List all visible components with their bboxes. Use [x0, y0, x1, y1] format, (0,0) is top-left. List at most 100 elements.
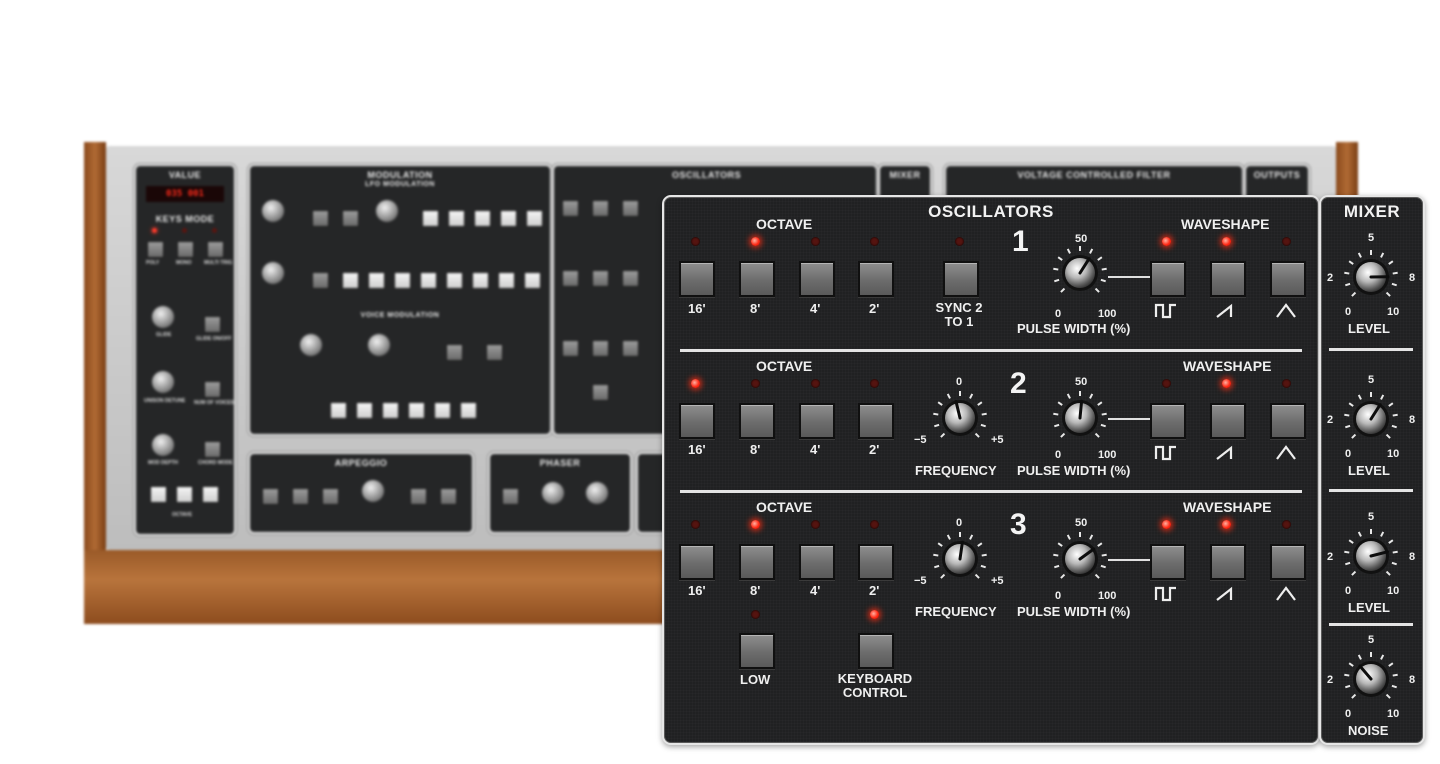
dest-pw2-button[interactable] — [446, 272, 463, 289]
osc2-octave-4-button[interactable] — [799, 403, 835, 439]
voice-dest-filter-button[interactable] — [434, 402, 451, 419]
voice-filter-contour-knob[interactable] — [368, 334, 390, 356]
osc3-octave-4-button[interactable] — [799, 544, 835, 580]
voice-dest-osc2-button[interactable] — [356, 402, 373, 419]
osc2-octave-8-button[interactable] — [739, 403, 775, 439]
mini-osc1-16-button[interactable] — [562, 200, 579, 217]
mixer-level-3-knob[interactable] — [1344, 529, 1398, 582]
knob-tick — [1385, 433, 1391, 439]
octave-center-button[interactable] — [176, 486, 193, 503]
osc1-octave-4-button[interactable] — [799, 261, 835, 297]
mixer-noise-knob[interactable] — [1344, 652, 1398, 705]
lfo-sync-button[interactable] — [342, 210, 359, 227]
knob-tick — [1392, 413, 1398, 417]
dest-pw1-button[interactable] — [420, 272, 437, 289]
glide-knob[interactable] — [152, 306, 174, 328]
osc1-wave-pulse-button[interactable] — [1150, 261, 1186, 297]
osc2-wave-saw-button[interactable] — [1210, 403, 1246, 439]
mono-button[interactable] — [177, 241, 194, 258]
phaser-depth-knob[interactable] — [586, 482, 608, 504]
mini-osc3-8-button[interactable] — [592, 340, 609, 357]
arp-mode-button[interactable] — [410, 488, 427, 505]
dest-osc3-button[interactable] — [394, 272, 411, 289]
mini-osc2-8-button[interactable] — [592, 270, 609, 287]
osc3-pulse-width-knob[interactable] — [1053, 532, 1107, 585]
octave-down-button[interactable] — [150, 486, 167, 503]
mix1-label: LEVEL — [1348, 321, 1390, 336]
osc1-pulse-width-knob[interactable] — [1053, 246, 1107, 299]
phaser-on-off-button[interactable] — [502, 488, 519, 505]
osc1-octave-2-button[interactable] — [858, 261, 894, 297]
lfo-shape-3-button[interactable] — [474, 210, 491, 227]
osc1-pw-max-label: 100 — [1098, 308, 1117, 320]
osc2-frequency-knob[interactable] — [933, 391, 987, 444]
num-of-voices-button[interactable] — [204, 381, 221, 398]
lfo-shape-5-button[interactable] — [526, 210, 543, 227]
dest-osc1-button[interactable] — [342, 272, 359, 289]
nc-button[interactable] — [312, 272, 329, 289]
voice-dest-pw1-button[interactable] — [382, 402, 399, 419]
keyboard-control-button[interactable] — [858, 633, 894, 669]
glide-on-off-button[interactable] — [204, 316, 221, 333]
osc2-wave-pulse-button[interactable] — [1150, 403, 1186, 439]
mixer-separator-3 — [1329, 623, 1413, 626]
poly-button[interactable] — [147, 241, 164, 258]
arp-sync-button[interactable] — [322, 488, 339, 505]
mixer-level-2-knob[interactable] — [1344, 392, 1398, 445]
mini-osc3-16-button[interactable] — [562, 340, 579, 357]
mini-osc2-4-button[interactable] — [622, 270, 639, 287]
invert-button[interactable] — [486, 344, 503, 361]
low-label: LOW — [740, 672, 771, 687]
mini-osc1-4-button[interactable] — [622, 200, 639, 217]
voice-dest-pw2-button[interactable] — [408, 402, 425, 419]
mini-osc1-8-button[interactable] — [592, 200, 609, 217]
lfo-shape-4-button[interactable] — [500, 210, 517, 227]
mod-depth-knob[interactable] — [152, 434, 174, 456]
keys-reset-button[interactable] — [312, 210, 329, 227]
osc1-wave-triangle-button[interactable] — [1270, 261, 1306, 297]
chord-mode-button[interactable] — [204, 441, 221, 458]
osc3-wave-triangle-button[interactable] — [1270, 544, 1306, 580]
mini-osc2-16-button[interactable] — [562, 270, 579, 287]
osc3-octave-8-button[interactable] — [739, 544, 775, 580]
lfo-rate-knob[interactable] — [376, 200, 398, 222]
mod-wheel-amount-knob[interactable] — [262, 262, 284, 284]
arp-rate-knob[interactable] — [362, 480, 384, 502]
lfo-shape-2-button[interactable] — [448, 210, 465, 227]
arp-range-button[interactable] — [440, 488, 457, 505]
osc3-wave-pulse-button[interactable] — [1150, 544, 1186, 580]
osc3-control-button[interactable] — [446, 344, 463, 361]
unison-detune-knob[interactable] — [152, 371, 174, 393]
voice-dest-osc1-button[interactable] — [330, 402, 347, 419]
voice-dest-vca-button[interactable] — [460, 402, 477, 419]
dest-pw3-button[interactable] — [472, 272, 489, 289]
octave-up-button[interactable] — [202, 486, 219, 503]
osc2-wave-triangle-button[interactable] — [1270, 403, 1306, 439]
osc1-sync-button[interactable] — [943, 261, 979, 297]
osc3-wave-saw-button[interactable] — [1210, 544, 1246, 580]
osc3-octave-2-button[interactable] — [858, 544, 894, 580]
mixer-level-1-knob[interactable] — [1344, 250, 1398, 303]
osc2-octave-2-button[interactable] — [858, 403, 894, 439]
osc2-pulse-width-knob[interactable] — [1053, 391, 1107, 444]
osc3-frequency-knob[interactable] — [933, 532, 987, 585]
dest-vca-button[interactable] — [524, 272, 541, 289]
mini-osc3-4-button[interactable] — [622, 340, 639, 357]
multi-trig-button[interactable] — [207, 241, 224, 258]
lfo-initial-amount-knob[interactable] — [262, 200, 284, 222]
voice-osc3-knob[interactable] — [300, 334, 322, 356]
osc3-octave-16-button[interactable] — [679, 544, 715, 580]
knob-tick — [977, 401, 983, 406]
phaser-rate-knob[interactable] — [542, 482, 564, 504]
osc1-wave-saw-button[interactable] — [1210, 261, 1246, 297]
dest-filter-button[interactable] — [498, 272, 515, 289]
osc1-octave-8-button[interactable] — [739, 261, 775, 297]
osc1-octave-16-button[interactable] — [679, 261, 715, 297]
arp-on-off-button[interactable] — [262, 488, 279, 505]
lfo-shape-1-button[interactable] — [422, 210, 439, 227]
dest-osc2-button[interactable] — [368, 272, 385, 289]
arp-hold-button[interactable] — [292, 488, 309, 505]
low-button[interactable] — [739, 633, 775, 669]
osc2-octave-16-button[interactable] — [679, 403, 715, 439]
mini-low-button[interactable] — [592, 384, 609, 401]
